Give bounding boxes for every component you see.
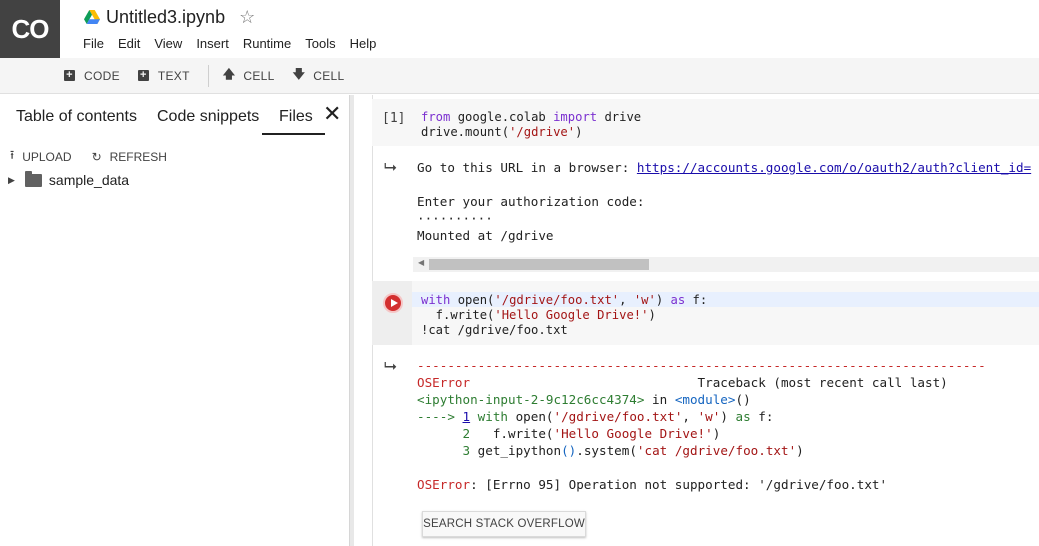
star-icon[interactable]: ☆ (239, 7, 255, 28)
notebook-title[interactable]: Untitled3.ipynb (106, 7, 225, 28)
sidebar: Table of contents Code snippets Files ✕ … (0, 95, 349, 546)
tab-files[interactable]: Files (279, 108, 313, 126)
add-text-label: TEXT (157, 68, 190, 83)
plus-icon: + (64, 70, 75, 81)
upload-icon: ⭱ (10, 148, 15, 162)
expand-triangle-icon[interactable]: ▶ (8, 175, 15, 186)
move-cell-up-label: CELL (243, 68, 275, 83)
scrollbar-thumb[interactable] (429, 259, 649, 270)
toolbar: + CODE + TEXT 🡅 CELL 🡇 CELL (0, 58, 1039, 94)
file-name: sample_data (48, 172, 130, 188)
file-item-sample-data[interactable]: ▶ sample_data (8, 170, 130, 188)
cell1-source[interactable]: from google.colab import drive drive.mou… (421, 110, 641, 140)
tab-table-of-contents[interactable]: Table of contents (16, 108, 137, 126)
upload-label: UPLOAD (22, 149, 72, 164)
arrow-down-icon: 🡇 (292, 67, 306, 81)
execution-count: [1] (382, 111, 406, 126)
output-icon[interactable]: ⮡ (384, 358, 397, 376)
menu-insert[interactable]: Insert (196, 36, 229, 51)
toolbar-divider (207, 64, 209, 87)
google-drive-icon (84, 10, 100, 24)
menu-view[interactable]: View (154, 36, 182, 51)
folder-icon (24, 170, 42, 187)
add-code-button[interactable]: + CODE (64, 69, 120, 83)
menu-bar: File Edit View Insert Runtime Tools Help (83, 36, 376, 51)
add-text-button[interactable]: + TEXT (137, 68, 190, 83)
oauth-link[interactable]: https://accounts.google.com/o/oauth2/aut… (637, 160, 1031, 175)
file-actions: ⭱ UPLOAD ↻ REFRESH (10, 146, 167, 167)
active-tab-indicator (262, 133, 325, 135)
move-cell-down-label: CELL (313, 68, 345, 83)
menu-runtime[interactable]: Runtime (243, 36, 291, 51)
cell2-traceback: ----------------------------------------… (417, 358, 986, 492)
menu-edit[interactable]: Edit (118, 36, 140, 51)
move-cell-up-button[interactable]: 🡅 CELL (223, 65, 275, 86)
search-stack-overflow-button[interactable]: SEARCH STACK OVERFLOW (422, 511, 586, 537)
refresh-icon: ↻ (91, 149, 102, 164)
run-cell-button[interactable] (383, 293, 403, 313)
title-row: Untitled3.ipynb ☆ (84, 6, 255, 28)
upload-button[interactable]: ⭱ UPLOAD (10, 146, 72, 167)
arrow-up-icon: 🡅 (222, 67, 236, 81)
menu-file[interactable]: File (83, 36, 104, 51)
refresh-label: REFRESH (109, 149, 167, 164)
menu-help[interactable]: Help (350, 36, 377, 51)
notebook-area: [1] from google.colab import drive drive… (354, 95, 1039, 546)
colab-logo[interactable]: CO (0, 0, 60, 58)
close-icon[interactable]: ✕ (323, 101, 341, 127)
move-cell-down-button[interactable]: 🡇 CELL (293, 65, 345, 86)
refresh-button[interactable]: ↻ REFRESH (92, 146, 167, 167)
cell2-source[interactable]: with open('/gdrive/foo.txt', 'w') as f: … (421, 293, 707, 338)
menu-tools[interactable]: Tools (305, 36, 335, 51)
tab-code-snippets[interactable]: Code snippets (157, 108, 259, 126)
output-icon[interactable]: ⮡ (384, 159, 397, 177)
scroll-left-icon[interactable]: ◀ (418, 258, 424, 267)
cell1-output: Go to this URL in a browser: https://acc… (417, 160, 1032, 243)
plus-icon: + (137, 70, 149, 81)
add-code-label: CODE (84, 68, 120, 83)
